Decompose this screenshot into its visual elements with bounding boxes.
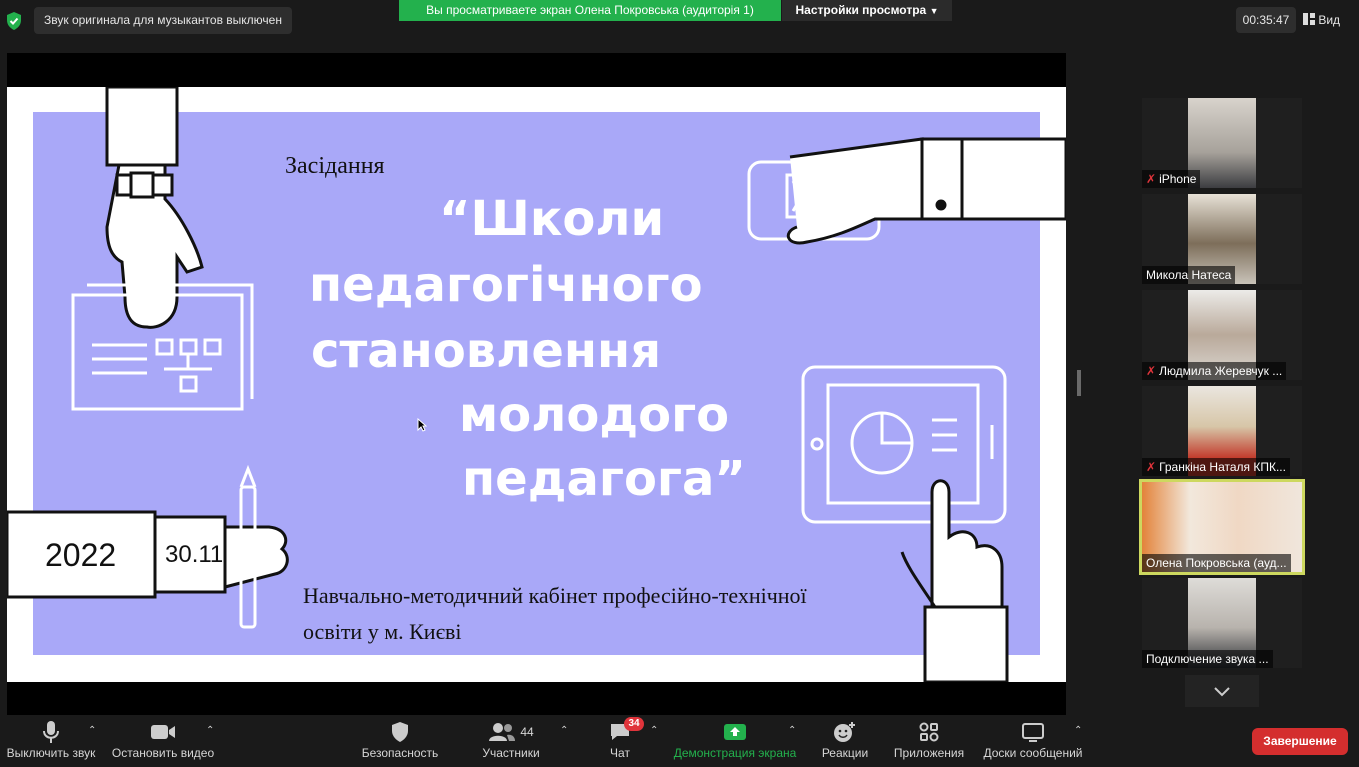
participants-icon <box>489 723 516 741</box>
end-meeting-button[interactable]: Завершение <box>1252 728 1348 755</box>
slide-title-line: становлення <box>311 323 662 379</box>
reactions-label: Реакции <box>821 746 869 760</box>
chat-options-caret[interactable]: ⌃ <box>650 725 658 736</box>
stop-video-button[interactable]: Остановить видео <box>110 718 216 760</box>
participant-name-tag: Микола Натеса <box>1142 266 1236 284</box>
whiteboards-options-caret[interactable]: ⌃ <box>1074 725 1082 736</box>
participants-count: 44 <box>520 725 534 739</box>
cursor-icon <box>417 418 427 432</box>
participants-label: Участники <box>482 746 540 760</box>
view-label: Вид <box>1318 13 1341 27</box>
participant-tile[interactable]: Микола Натеса <box>1142 194 1302 284</box>
view-settings-button[interactable]: Настройки просмотра ▼ <box>782 0 952 21</box>
participant-tile[interactable]: ✗ Людмила Жеревчук ... <box>1142 290 1302 380</box>
whiteboard-icon <box>1022 723 1044 742</box>
chat-unread-badge: 34 <box>624 717 644 731</box>
participants-options-caret[interactable]: ⌃ <box>560 725 568 736</box>
participant-name: Людмила Жеревчук ... <box>1159 364 1283 378</box>
slide-organization: Навчально-методичний кабінет професійно-… <box>303 583 807 608</box>
chevron-down-icon <box>1214 687 1230 697</box>
participant-tile[interactable]: ✗ iPhone <box>1142 98 1302 188</box>
muted-mic-icon: ✗ <box>1146 172 1157 186</box>
participant-name-tag: ✗ Гранкіна Наталя КПК... <box>1142 458 1290 476</box>
slide-organization: освіти у м. Києві <box>303 619 462 644</box>
participant-tile-active-speaker[interactable]: Олена Покровська (ауд... <box>1139 479 1305 575</box>
participant-tile[interactable]: Подключение звука ... <box>1142 578 1302 668</box>
slide-date: 30.11 <box>165 541 224 568</box>
reactions-smiley-icon <box>834 722 855 742</box>
share-screen-label: Демонстрация экрана <box>673 746 797 760</box>
participant-name: Подключение звука ... <box>1146 652 1269 666</box>
meeting-timer: 00:35:47 <box>1236 7 1296 33</box>
security-label: Безопасность <box>361 746 439 760</box>
participant-name-tag: ✗ Людмила Жеревчук ... <box>1142 362 1287 380</box>
security-shield-icon[interactable] <box>4 11 24 31</box>
slide-year: 2022 <box>45 537 117 573</box>
participant-name: Микола Натеса <box>1146 268 1232 282</box>
participant-name: Олена Покровська (ауд... <box>1146 556 1287 570</box>
apps-icon <box>919 722 939 742</box>
chat-label: Чат <box>610 746 630 760</box>
slide-title-line: молодого <box>459 387 730 443</box>
security-button[interactable]: Безопасность <box>358 718 442 760</box>
video-options-caret[interactable]: ⌃ <box>206 725 214 736</box>
share-screen-button[interactable]: Демонстрация экрана <box>672 718 798 760</box>
view-button[interactable]: Вид <box>1303 7 1355 33</box>
whiteboards-button[interactable]: Доски сообщений <box>980 718 1086 760</box>
shield-icon <box>392 722 408 742</box>
share-options-caret[interactable]: ⌃ <box>788 725 796 736</box>
participants-button[interactable]: 44 Участники <box>478 718 544 760</box>
audio-options-caret[interactable]: ⌃ <box>88 725 96 736</box>
participant-tile[interactable]: ✗ Гранкіна Наталя КПК... <box>1142 386 1302 476</box>
slide-title-line: педагога” <box>462 451 746 507</box>
apps-button[interactable]: Приложения <box>890 718 968 760</box>
participant-name-tag: Олена Покровська (ауд... <box>1142 554 1291 572</box>
participant-name-tag: ✗ iPhone <box>1142 170 1201 188</box>
mute-label: Выключить звук <box>6 746 96 760</box>
video-camera-icon <box>151 725 175 739</box>
original-sound-notice: Звук оригинала для музыкантов выключен <box>34 7 292 34</box>
slide-title-line: “Школи <box>439 191 665 247</box>
muted-mic-icon: ✗ <box>1146 364 1157 378</box>
panel-resize-handle[interactable] <box>1077 370 1081 396</box>
mute-button[interactable]: Выключить звук <box>4 718 98 760</box>
muted-mic-icon: ✗ <box>1146 460 1157 474</box>
grid-view-icon <box>1303 13 1315 25</box>
share-status-banner: Вы просматриваете экран Олена Покровська… <box>399 0 781 21</box>
microphone-icon <box>43 721 59 743</box>
view-settings-label: Настройки просмотра <box>795 3 927 17</box>
participant-name-tag: Подключение звука ... <box>1142 650 1273 668</box>
presentation-slide: Засідання “Школи педагогічного становлен… <box>7 87 1066 682</box>
participant-name: iPhone <box>1159 172 1197 186</box>
slide-title-line: педагогічного <box>309 257 703 313</box>
meeting-label: Засідання <box>285 153 385 179</box>
whiteboards-label: Доски сообщений <box>983 746 1083 760</box>
participant-name: Гранкіна Наталя КПК... <box>1159 460 1286 474</box>
share-screen-icon <box>724 724 746 740</box>
chevron-down-icon: ▼ <box>929 6 939 16</box>
gallery-scroll-down-button[interactable] <box>1185 675 1259 707</box>
reactions-button[interactable]: Реакции <box>818 718 872 760</box>
stop-video-label: Остановить видео <box>111 746 215 760</box>
apps-label: Приложения <box>893 746 965 760</box>
